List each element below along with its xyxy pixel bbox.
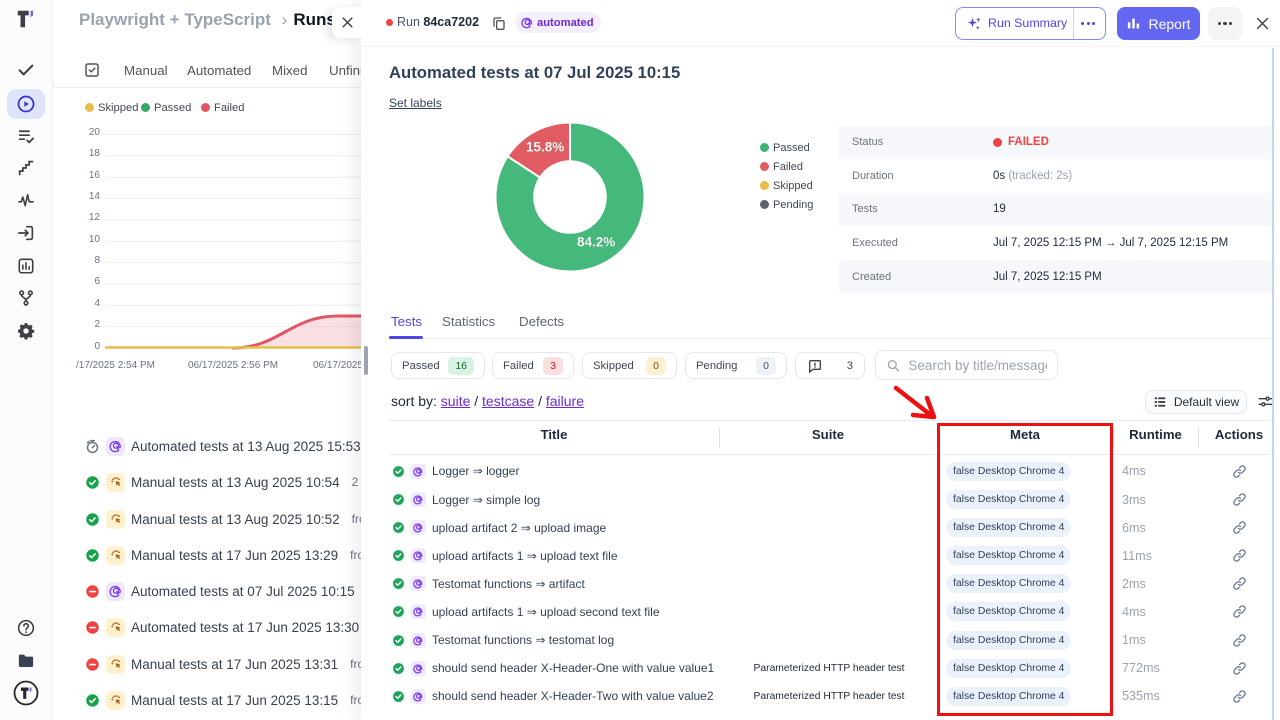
svg-text:84.2%: 84.2% xyxy=(577,235,615,250)
svg-text:15.8%: 15.8% xyxy=(526,140,564,155)
